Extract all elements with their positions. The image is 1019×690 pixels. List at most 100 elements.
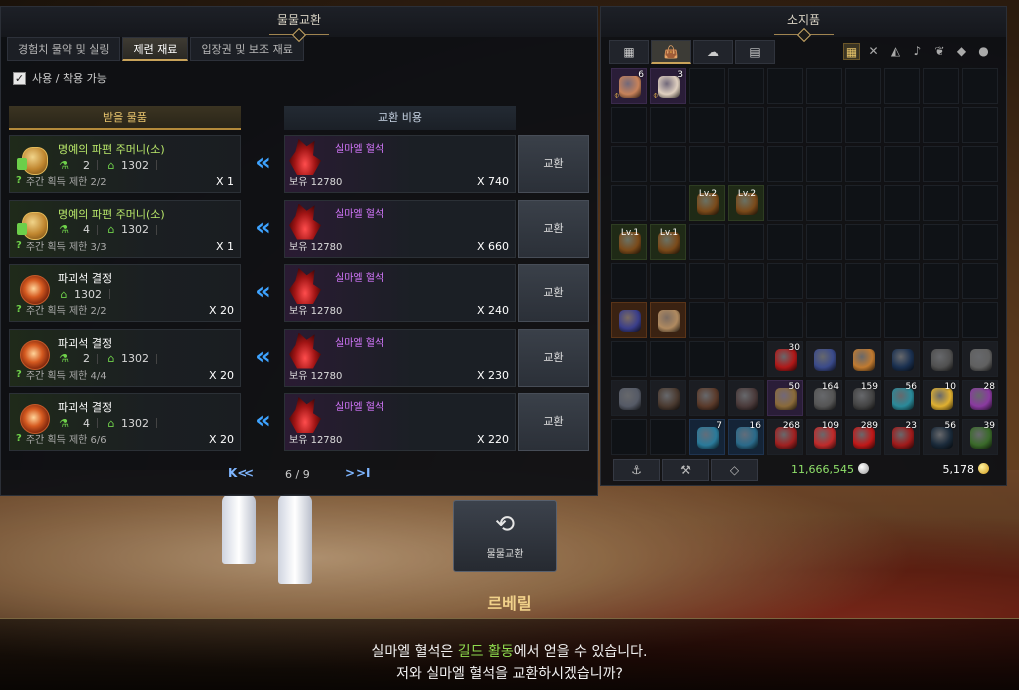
inventory-slot[interactable]	[650, 341, 686, 377]
inventory-slot[interactable]	[689, 380, 725, 416]
inventory-slot[interactable]	[650, 419, 686, 455]
inventory-slot[interactable]	[767, 224, 803, 260]
inventory-slot[interactable]: 7	[689, 419, 725, 455]
cost-item[interactable]: 실마엘 혈석 보유 12780 X 660	[284, 199, 516, 258]
inventory-slot[interactable]	[962, 302, 998, 338]
inventory-slot[interactable]: 109	[806, 419, 842, 455]
inventory-slot[interactable]	[806, 68, 842, 104]
inventory-slot[interactable]	[767, 263, 803, 299]
inventory-slot[interactable]: 10	[923, 380, 959, 416]
inventory-slot[interactable]	[611, 185, 647, 221]
inventory-slot[interactable]	[728, 263, 764, 299]
inventory-slot[interactable]	[689, 107, 725, 143]
inventory-slot[interactable]: 6 ⌽	[611, 68, 647, 104]
filter-weapon-icon[interactable]: ✕	[865, 43, 882, 60]
cost-item[interactable]: 실마엘 혈석 보유 12780 X 220	[284, 393, 516, 451]
inventory-slot[interactable]	[884, 224, 920, 260]
tab-refine-material[interactable]: 제련 재료	[122, 37, 189, 61]
inventory-slot[interactable]	[845, 185, 881, 221]
receive-item[interactable]: 명예의 파편 주머니(소) ⚗ 2 ⌂ 1302 ? 주간 획득 제한 2/2 X …	[9, 135, 241, 193]
inventory-slot[interactable]	[806, 146, 842, 182]
inventory-slot[interactable]	[923, 302, 959, 338]
receive-item[interactable]: 파괴석 결정 ⚗ 2 ⌂ 1302 ? 주간 획득 제한 4/4 X 20	[9, 328, 241, 387]
inventory-slot[interactable]	[728, 224, 764, 260]
inventory-slot[interactable]	[650, 107, 686, 143]
filter-more-icon[interactable]: ●	[975, 43, 992, 60]
inventory-slot[interactable]	[728, 146, 764, 182]
inventory-slot[interactable]	[728, 380, 764, 416]
inventory-slot[interactable]: 3 ⌽	[650, 68, 686, 104]
inventory-slot[interactable]	[689, 68, 725, 104]
inventory-slot[interactable]	[962, 185, 998, 221]
inventory-slot[interactable]: 28	[962, 380, 998, 416]
inventory-slot[interactable]	[728, 107, 764, 143]
filter-all-icon[interactable]: ▦	[843, 43, 860, 60]
inventory-slot[interactable]	[611, 380, 647, 416]
inventory-slot[interactable]	[767, 146, 803, 182]
inventory-slot[interactable]	[845, 107, 881, 143]
inventory-slot[interactable]	[884, 302, 920, 338]
inventory-slot[interactable]	[884, 107, 920, 143]
tab-ticket-material[interactable]: 입장권 및 보조 재료	[190, 37, 304, 61]
inventory-slot[interactable]	[650, 185, 686, 221]
inventory-slot[interactable]: Lv.1	[611, 224, 647, 260]
inventory-slot[interactable]	[923, 107, 959, 143]
inventory-slot[interactable]: 268	[767, 419, 803, 455]
inventory-slot[interactable]: Lv.1	[650, 224, 686, 260]
inventory-slot[interactable]	[611, 107, 647, 143]
inventory-slot[interactable]	[923, 341, 959, 377]
barter-button[interactable]: ⟲ 물물교환	[453, 500, 557, 572]
inventory-slot[interactable]	[923, 185, 959, 221]
cost-item[interactable]: 실마엘 혈석 보유 12780 X 740	[284, 135, 516, 193]
inventory-slot[interactable]	[650, 380, 686, 416]
inventory-slot[interactable]: 16	[728, 419, 764, 455]
inventory-slot[interactable]: 56	[884, 380, 920, 416]
usable-filter[interactable]: ✓ 사용 / 착용 가능	[1, 61, 597, 87]
footer-tool-icon[interactable]: ⚒	[662, 459, 709, 481]
inventory-slot[interactable]	[689, 146, 725, 182]
inventory-slot[interactable]	[650, 263, 686, 299]
inventory-slot[interactable]	[962, 263, 998, 299]
inventory-slot[interactable]	[806, 341, 842, 377]
inventory-slot[interactable]	[767, 302, 803, 338]
filter-leaf-icon[interactable]: ❦	[931, 43, 948, 60]
tab-pet-icon[interactable]: ☁	[693, 40, 733, 64]
tab-exp-potion[interactable]: 경험치 물약 및 실링	[7, 37, 121, 61]
exchange-button[interactable]: 교환	[518, 393, 589, 451]
exchange-button[interactable]: 교환	[518, 199, 589, 258]
inventory-slot[interactable]	[923, 146, 959, 182]
inventory-slot[interactable]	[767, 68, 803, 104]
receive-item[interactable]: 파괴석 결정 ⌂ 1302 ? 주간 획득 제한 2/2 X 20	[9, 264, 241, 322]
inventory-slot[interactable]	[689, 341, 725, 377]
inventory-slot[interactable]	[611, 302, 647, 338]
inventory-slot[interactable]	[806, 302, 842, 338]
inventory-slot[interactable]	[962, 146, 998, 182]
inventory-slot[interactable]	[806, 224, 842, 260]
receive-item[interactable]: 파괴석 결정 ⚗ 4 ⌂ 1302 ? 주간 획득 제한 6/6 X 20	[9, 393, 241, 451]
inventory-slot[interactable]	[845, 263, 881, 299]
inventory-slot[interactable]: 56	[923, 419, 959, 455]
inventory-slot[interactable]	[806, 185, 842, 221]
inventory-slot[interactable]	[845, 146, 881, 182]
cost-item[interactable]: 실마엘 혈석 보유 12780 X 240	[284, 264, 516, 322]
filter-material-icon[interactable]: ◆	[953, 43, 970, 60]
inventory-slot[interactable]	[845, 224, 881, 260]
inventory-slot[interactable]	[962, 224, 998, 260]
footer-anchor-icon[interactable]: ⚓	[613, 459, 660, 481]
inventory-slot[interactable]	[728, 68, 764, 104]
inventory-slot[interactable]	[884, 68, 920, 104]
inventory-slot[interactable]: 289	[845, 419, 881, 455]
inventory-slot[interactable]: 50	[767, 380, 803, 416]
inventory-slot[interactable]	[845, 68, 881, 104]
pager-next-button[interactable]: >	[345, 466, 355, 480]
inventory-slot[interactable]	[923, 224, 959, 260]
inventory-slot[interactable]	[650, 146, 686, 182]
inventory-slot[interactable]	[884, 185, 920, 221]
inventory-slot[interactable]	[884, 341, 920, 377]
exchange-button[interactable]: 교환	[518, 328, 589, 387]
inventory-slot[interactable]	[611, 419, 647, 455]
exchange-button[interactable]: 교환	[518, 135, 589, 193]
tab-grid-icon[interactable]: ▦	[609, 40, 649, 64]
inventory-slot[interactable]	[611, 341, 647, 377]
footer-gem-icon[interactable]: ◇	[711, 459, 758, 481]
